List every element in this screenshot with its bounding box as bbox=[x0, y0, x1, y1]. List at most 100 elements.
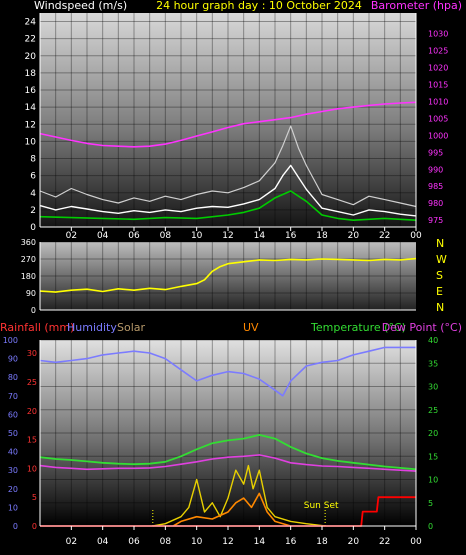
x-tick-label: 18 bbox=[316, 537, 328, 547]
barometer-tick-label: 1000 bbox=[428, 131, 448, 140]
dewpoint-label: Dew Point (°C) bbox=[382, 321, 462, 334]
direction-tick-label: 0 bbox=[31, 306, 36, 315]
x-tick-label: 18 bbox=[316, 231, 328, 241]
humidity-tick-label: 30 bbox=[8, 466, 18, 475]
x-tick-label: 14 bbox=[254, 537, 266, 547]
y-tick-label: 2 bbox=[30, 206, 36, 216]
humidity-rain-axis: 0 10 20 30 40 50 60 70 80 90 100 0 5 10 15 20 25 30 bbox=[3, 336, 37, 531]
barometer-tick-label: 1025 bbox=[428, 46, 448, 55]
humidity-tick-label: 10 bbox=[8, 503, 18, 512]
y-tick-label: 16 bbox=[25, 86, 37, 96]
rainfall-label: Rainfall (mm) bbox=[0, 321, 74, 334]
x-tick-label: 02 bbox=[66, 537, 77, 547]
humidity-tick-label: 0 bbox=[13, 522, 18, 531]
barometer-tick-label: 1005 bbox=[428, 114, 448, 123]
temperature-tick-label: 35 bbox=[428, 359, 438, 368]
rainfall-tick-label: 25 bbox=[27, 378, 37, 387]
x-tick-label: 16 bbox=[285, 537, 297, 547]
humidity-label: Humidity bbox=[67, 321, 117, 334]
humidity-tick-label: 50 bbox=[8, 429, 18, 438]
x-tick-label: 08 bbox=[160, 231, 172, 241]
y-tick-label: 6 bbox=[30, 172, 36, 182]
direction-tick-label: 90 bbox=[26, 289, 36, 298]
direction-tick-label: 270 bbox=[21, 255, 36, 264]
barometer-label: Barometer (hpa) bbox=[371, 0, 462, 12]
humidity-tick-label: 40 bbox=[8, 448, 18, 457]
x-tick-label: 12 bbox=[222, 537, 233, 547]
rainfall-tick-label: 30 bbox=[27, 349, 37, 358]
humidity-tick-label: 60 bbox=[8, 410, 18, 419]
humidity-tick-label: 20 bbox=[8, 485, 18, 494]
y-tick-label: 0 bbox=[30, 223, 36, 233]
temperature-tick-label: 30 bbox=[428, 383, 438, 392]
direction-tick-label: 360 bbox=[21, 238, 36, 247]
temperature-tick-label: 0 bbox=[428, 522, 433, 531]
x-tick-label: 12 bbox=[222, 231, 233, 241]
x-tick-label: 04 bbox=[97, 231, 109, 241]
x-tick-label: 08 bbox=[160, 537, 172, 547]
y-tick-label: 14 bbox=[25, 103, 37, 113]
direction-panel: 090180270360 NWSEN bbox=[21, 237, 447, 315]
x-tick-label: 00 bbox=[410, 537, 422, 547]
y-tick-label: 8 bbox=[30, 155, 36, 165]
rainfall-tick-label: 15 bbox=[27, 436, 37, 445]
humidity-tick-label: 70 bbox=[8, 392, 18, 401]
chart-title: 24 hour graph day : 10 October 2024 bbox=[156, 0, 362, 12]
direction-axis: 0 90 180 270 360 bbox=[21, 238, 36, 315]
compass-label: N bbox=[436, 237, 444, 250]
humidity-tick-label: 100 bbox=[3, 336, 18, 345]
compass-labels: NWSEN bbox=[436, 237, 447, 314]
wind-panel: 024681012141618202224 975980985990995100… bbox=[25, 0, 462, 241]
x-tick-label: 06 bbox=[128, 231, 140, 241]
temperature-panel: Sun Set 01020304050607080901000510152025… bbox=[0, 321, 462, 547]
x-tick-label: 22 bbox=[379, 231, 390, 241]
compass-label: S bbox=[436, 269, 443, 282]
compass-label: N bbox=[436, 301, 444, 314]
temperature-time-axis: 02 04 06 08 10 12 14 16 18 20 22 00 bbox=[66, 526, 422, 547]
rainfall-tick-label: 0 bbox=[32, 522, 37, 531]
direction-tick-label: 180 bbox=[21, 272, 36, 281]
y-tick-label: 10 bbox=[25, 137, 37, 147]
y-tick-label: 24 bbox=[25, 18, 37, 28]
weather-chart: 024681012141618202224 975980985990995100… bbox=[0, 0, 462, 547]
wind-time-axis: 02 04 06 08 10 12 14 16 18 20 22 00 bbox=[66, 227, 422, 241]
x-tick-label: 04 bbox=[97, 537, 109, 547]
x-tick-label: 10 bbox=[191, 231, 203, 241]
wind-speed-axis: 024681012141618202224 bbox=[25, 18, 37, 233]
barometer-tick-label: 1030 bbox=[428, 29, 448, 38]
temperature-tick-label: 10 bbox=[428, 476, 438, 485]
x-tick-label: 16 bbox=[285, 231, 297, 241]
y-tick-label: 4 bbox=[30, 189, 36, 199]
y-tick-label: 12 bbox=[25, 120, 36, 130]
solar-label: Solar bbox=[117, 321, 146, 334]
x-tick-label: 00 bbox=[410, 231, 422, 241]
x-tick-label: 14 bbox=[254, 231, 266, 241]
wind-speed-label: Windspeed (m/s) bbox=[34, 0, 127, 12]
y-tick-label: 22 bbox=[25, 35, 36, 45]
barometer-tick-label: 995 bbox=[428, 148, 443, 157]
x-tick-label: 06 bbox=[128, 537, 140, 547]
x-tick-label: 20 bbox=[348, 231, 360, 241]
barometer-tick-label: 985 bbox=[428, 182, 443, 191]
sunset-label: Sun Set bbox=[304, 501, 339, 511]
y-tick-label: 20 bbox=[25, 52, 37, 62]
temperature-axis: 0 5 10 15 20 25 30 35 40 bbox=[428, 336, 438, 531]
temperature-tick-label: 40 bbox=[428, 336, 438, 345]
humidity-tick-label: 80 bbox=[8, 373, 18, 382]
rainfall-tick-label: 20 bbox=[27, 407, 37, 416]
barometer-tick-label: 1010 bbox=[428, 97, 448, 106]
barometer-axis: 975 980 985 990 995 1000 1005 1010 1015 1020 1025 1… bbox=[428, 29, 448, 225]
temperature-tick-label: 15 bbox=[428, 452, 438, 461]
humidity-tick-label: 90 bbox=[8, 355, 18, 364]
compass-label: W bbox=[436, 253, 447, 266]
compass-label: E bbox=[436, 285, 443, 298]
y-tick-label: 18 bbox=[25, 69, 37, 79]
temperature-tick-label: 5 bbox=[428, 499, 433, 508]
x-tick-label: 20 bbox=[348, 537, 360, 547]
x-tick-label: 22 bbox=[379, 537, 390, 547]
rainfall-tick-label: 5 bbox=[32, 493, 37, 502]
rainfall-tick-label: 10 bbox=[27, 464, 37, 473]
barometer-tick-label: 975 bbox=[428, 216, 443, 225]
barometer-tick-label: 1015 bbox=[428, 80, 448, 89]
x-tick-label: 02 bbox=[66, 231, 77, 241]
